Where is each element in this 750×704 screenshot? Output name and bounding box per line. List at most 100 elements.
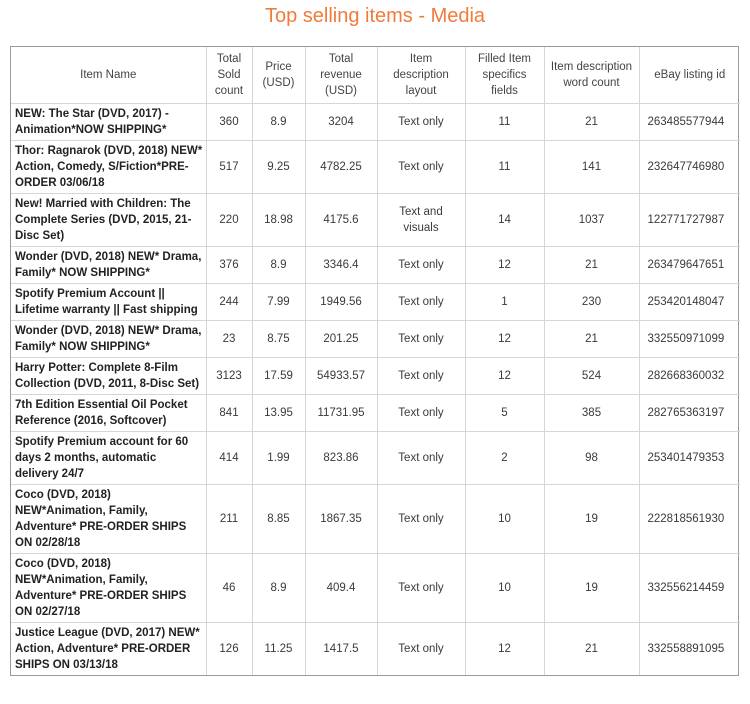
specifics-cell: 11 — [464, 140, 545, 194]
word-count-cell: 524 — [543, 357, 640, 395]
price-cell: 8.85 — [251, 484, 306, 554]
sold-count-cell: 46 — [205, 553, 253, 623]
listing-id-cell: 282765363197 — [638, 394, 740, 432]
specifics-cell: 5 — [464, 394, 545, 432]
price-cell: 8.9 — [251, 103, 306, 141]
sold-count-cell: 126 — [205, 622, 253, 675]
sold-count-cell: 376 — [205, 246, 253, 284]
price-cell: 7.99 — [251, 283, 306, 321]
price-cell: 8.9 — [251, 246, 306, 284]
column-header-ebay-listing-id: eBay listing id — [638, 47, 740, 104]
column-header-total-revenue: Total revenue (USD) — [304, 47, 378, 104]
column-header-description-word-count: Item description word count — [543, 47, 640, 104]
table-row: Justice League (DVD, 2017) NEW* Action, … — [11, 622, 740, 675]
listing-id-cell: 122771727987 — [638, 193, 740, 247]
word-count-cell: 141 — [543, 140, 640, 194]
word-count-cell: 1037 — [543, 193, 640, 247]
listing-id-cell: 332550971099 — [638, 320, 740, 358]
layout-cell: Text only — [376, 394, 466, 432]
layout-cell: Text and visuals — [376, 193, 466, 247]
item-name-cell: Spotify Premium account for 60 days 2 mo… — [11, 431, 207, 485]
sold-count-cell: 360 — [205, 103, 253, 141]
item-name-cell: Wonder (DVD, 2018) NEW* Drama, Family* N… — [11, 246, 207, 284]
header-row: Item Name Total Sold count Price (USD) Tota… — [11, 47, 740, 104]
sold-count-cell: 517 — [205, 140, 253, 194]
layout-cell: Text only — [376, 103, 466, 141]
word-count-cell: 19 — [543, 553, 640, 623]
revenue-cell: 823.86 — [304, 431, 378, 485]
revenue-cell: 3204 — [304, 103, 378, 141]
listing-id-cell: 222818561930 — [638, 484, 740, 554]
word-count-cell: 21 — [543, 246, 640, 284]
table-row: 7th Edition Essential Oil Pocket Referen… — [11, 394, 740, 432]
revenue-cell: 11731.95 — [304, 394, 378, 432]
revenue-cell: 1417.5 — [304, 622, 378, 675]
price-cell: 17.59 — [251, 357, 306, 395]
specifics-cell: 1 — [464, 283, 545, 321]
word-count-cell: 385 — [543, 394, 640, 432]
column-header-total-sold-count: Total Sold count — [205, 47, 253, 104]
item-name-cell: NEW: The Star (DVD, 2017) - Animation*NO… — [11, 103, 207, 141]
listing-id-cell: 332558891095 — [638, 622, 740, 675]
media-table-container: Item Name Total Sold count Price (USD) Tota… — [10, 46, 740, 676]
layout-cell: Text only — [376, 431, 466, 485]
table-row: Thor: Ragnarok (DVD, 2018) NEW* Action, … — [11, 140, 740, 194]
specifics-cell: 12 — [464, 357, 545, 395]
layout-cell: Text only — [376, 622, 466, 675]
item-name-cell: 7th Edition Essential Oil Pocket Referen… — [11, 394, 207, 432]
sold-count-cell: 23 — [205, 320, 253, 358]
sold-count-cell: 3123 — [205, 357, 253, 395]
word-count-cell: 230 — [543, 283, 640, 321]
column-header-description-layout: Item description layout — [376, 47, 466, 104]
listing-id-cell: 263485577944 — [638, 103, 740, 141]
layout-cell: Text only — [376, 283, 466, 321]
price-cell: 9.25 — [251, 140, 306, 194]
listing-id-cell: 253401479353 — [638, 431, 740, 485]
price-cell: 8.9 — [251, 553, 306, 623]
column-header-filled-specifics: Filled Item specifics fields — [464, 47, 545, 104]
price-cell: 11.25 — [251, 622, 306, 675]
item-name-cell: Harry Potter: Complete 8-Film Collection… — [11, 357, 207, 395]
word-count-cell: 21 — [543, 103, 640, 141]
listing-id-cell: 232647746980 — [638, 140, 740, 194]
table-row: Wonder (DVD, 2018) NEW* Drama, Family* N… — [11, 246, 740, 284]
table-row: New! Married with Children: The Complete… — [11, 193, 740, 247]
listing-id-cell: 253420148047 — [638, 283, 740, 321]
word-count-cell: 98 — [543, 431, 640, 485]
table-row: NEW: The Star (DVD, 2017) - Animation*NO… — [11, 103, 740, 141]
item-name-cell: Coco (DVD, 2018) NEW*Animation, Family, … — [11, 553, 207, 623]
specifics-cell: 14 — [464, 193, 545, 247]
specifics-cell: 10 — [464, 553, 545, 623]
table-row: Spotify Premium account for 60 days 2 mo… — [11, 431, 740, 485]
sold-count-cell: 244 — [205, 283, 253, 321]
sold-count-cell: 211 — [205, 484, 253, 554]
price-cell: 13.95 — [251, 394, 306, 432]
item-name-cell: Spotify Premium Account || Lifetime warr… — [11, 283, 207, 321]
table-row: Coco (DVD, 2018) NEW*Animation, Family, … — [11, 484, 740, 554]
table-body: NEW: The Star (DVD, 2017) - Animation*NO… — [11, 103, 740, 675]
specifics-cell: 2 — [464, 431, 545, 485]
price-cell: 8.75 — [251, 320, 306, 358]
specifics-cell: 12 — [464, 320, 545, 358]
revenue-cell: 1867.35 — [304, 484, 378, 554]
listing-id-cell: 332556214459 — [638, 553, 740, 623]
item-name-cell: New! Married with Children: The Complete… — [11, 193, 207, 247]
word-count-cell: 19 — [543, 484, 640, 554]
sold-count-cell: 220 — [205, 193, 253, 247]
word-count-cell: 21 — [543, 622, 640, 675]
column-header-item-name: Item Name — [11, 47, 207, 104]
column-header-price-usd: Price (USD) — [251, 47, 306, 104]
specifics-cell: 12 — [464, 246, 545, 284]
price-cell: 1.99 — [251, 431, 306, 485]
layout-cell: Text only — [376, 484, 466, 554]
table-row: Spotify Premium Account || Lifetime warr… — [11, 283, 740, 321]
word-count-cell: 21 — [543, 320, 640, 358]
price-cell: 18.98 — [251, 193, 306, 247]
page-title: Top selling items - Media — [264, 5, 486, 27]
specifics-cell: 12 — [464, 622, 545, 675]
revenue-cell: 409.4 — [304, 553, 378, 623]
table-row: Coco (DVD, 2018) NEW*Animation, Family, … — [11, 553, 740, 623]
listing-id-cell: 282668360032 — [638, 357, 740, 395]
revenue-cell: 1949.56 — [304, 283, 378, 321]
layout-cell: Text only — [376, 246, 466, 284]
